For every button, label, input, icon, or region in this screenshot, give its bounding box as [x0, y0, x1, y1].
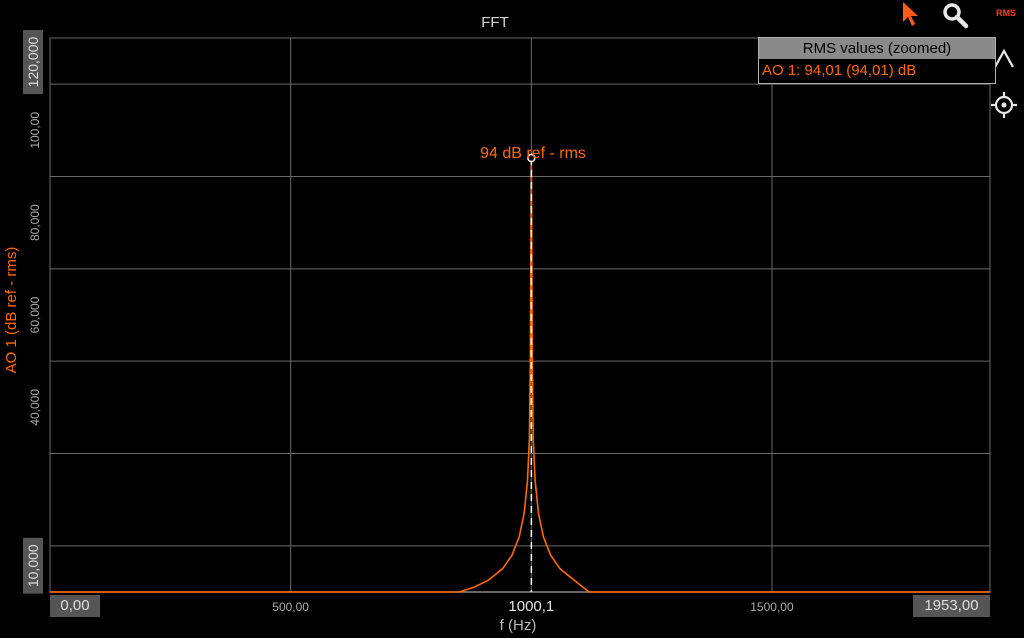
x-tick-label: 1500,00 — [750, 600, 794, 614]
y-tick: 100,00 — [28, 112, 42, 149]
y-tick-label: 100,00 — [28, 112, 42, 149]
pointer-tool-button[interactable] — [898, 0, 924, 28]
grid-lines — [49, 37, 991, 593]
y-tick: 10,000 — [23, 537, 43, 594]
fft-chart[interactable]: 10,000 40,000 60,000 80,000 100,00 120,000 AO… — [0, 0, 1024, 638]
series-line — [50, 158, 990, 593]
y-tick-label: 60,000 — [28, 296, 42, 333]
crosshair-icon — [991, 92, 1017, 118]
y-tick-label: 80,000 — [28, 204, 42, 241]
y-tick-label: 40,000 — [28, 389, 42, 426]
crosshair-button[interactable] — [990, 91, 1018, 119]
x-axis-label: f (Hz) — [500, 617, 537, 634]
cursor-arrow-icon — [903, 2, 918, 26]
peak-label: 94 dB ref - rms — [480, 145, 586, 162]
legend-title: RMS values (zoomed) — [759, 38, 995, 59]
y-tick-labels: 10,000 40,000 60,000 80,000 100,00 120,000 — [23, 30, 43, 594]
y-tick: 60,000 — [28, 296, 42, 333]
legend-entry: AO 1: 94,01 (94,01) dB — [762, 62, 917, 79]
x-tick-label: 500,00 — [272, 600, 309, 614]
y-tick-label: 10,000 — [25, 544, 41, 587]
x-tick-label: 1953,00 — [913, 595, 990, 617]
x-tick-label: 1000,1 — [508, 598, 555, 615]
rms-legend[interactable]: RMS values (zoomed) AO 1: 94,01 (94,01) … — [758, 37, 996, 84]
series-layer — [50, 153, 990, 593]
x-tick-label: 0,00 — [50, 595, 100, 617]
rms-button[interactable]: RMS — [990, 8, 1022, 18]
plot-frame — [49, 37, 991, 593]
y-tick: 80,000 — [28, 204, 42, 241]
y-tick: 120,000 — [23, 30, 43, 95]
magnifier-icon — [943, 3, 969, 29]
y-tick: 40,000 — [28, 389, 42, 426]
y-tick-label: 120,000 — [25, 37, 41, 88]
zoom-tool-button[interactable] — [940, 0, 970, 30]
y-axis-label: AO 1 (dB ref - rms) — [3, 247, 20, 374]
